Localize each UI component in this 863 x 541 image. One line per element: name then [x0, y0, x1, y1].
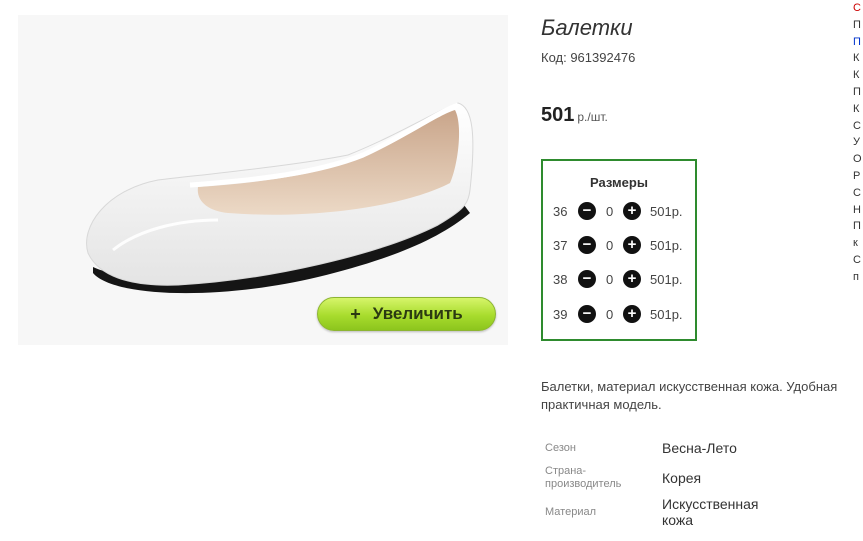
description-line: Балетки, материал искусственная кожа. Уд…	[541, 379, 838, 394]
sidebar-menu: С П П К К П К С У О Р С Н П к С п	[853, 0, 863, 286]
product-price: 501 р./шт.	[541, 104, 608, 127]
size-row: 38 − 0 + 501р.	[553, 270, 693, 290]
size-row: 37 − 0 + 501р.	[553, 236, 693, 256]
sidebar-link[interactable]: Н	[853, 202, 863, 219]
sidebar-link[interactable]: С	[853, 252, 863, 269]
plus-icon[interactable]: +	[623, 270, 641, 288]
sidebar-link[interactable]: П	[853, 17, 863, 34]
description-line: практичная модель.	[541, 397, 662, 412]
minus-icon[interactable]: −	[578, 236, 596, 254]
attr-label-material: Материал	[545, 506, 596, 518]
sidebar-link[interactable]: С	[853, 185, 863, 202]
zoom-label: Увеличить	[372, 304, 463, 323]
plus-icon[interactable]: +	[623, 305, 641, 323]
price-value: 501	[541, 104, 575, 126]
attr-value-season: Весна-Лето	[662, 440, 737, 456]
price-unit: р./шт.	[577, 110, 608, 124]
attr-label-country: Страна- производитель	[545, 465, 622, 490]
size-label: 39	[553, 307, 568, 322]
product-description: Балетки, материал искусственная кожа. Уд…	[541, 378, 863, 414]
product-image[interactable]: + Увеличить	[18, 15, 508, 345]
sidebar-link[interactable]: У	[853, 134, 863, 151]
sidebar-link[interactable]: К	[853, 50, 863, 67]
minus-icon[interactable]: −	[578, 202, 596, 220]
size-row: 36 − 0 + 501р.	[553, 202, 693, 222]
sidebar-link[interactable]: П	[853, 84, 863, 101]
minus-icon[interactable]: −	[578, 305, 596, 323]
sidebar-link[interactable]: С	[853, 0, 863, 17]
sidebar-link[interactable]: К	[853, 101, 863, 118]
sizes-title: Размеры	[590, 175, 648, 190]
sidebar-link[interactable]: П	[853, 218, 863, 235]
plus-icon[interactable]: +	[623, 236, 641, 254]
sidebar-link[interactable]: П	[853, 34, 863, 51]
sidebar-link[interactable]: С	[853, 118, 863, 135]
size-price: 501р.	[650, 204, 683, 219]
zoom-button[interactable]: + Увеличить	[317, 297, 496, 331]
size-price: 501р.	[650, 307, 683, 322]
sidebar-link[interactable]: Р	[853, 168, 863, 185]
size-qty: 0	[606, 307, 614, 322]
size-row: 39 − 0 + 501р.	[553, 305, 693, 325]
attr-label-season: Сезон	[545, 442, 576, 454]
sidebar-link[interactable]: п	[853, 269, 863, 286]
size-price: 501р.	[650, 272, 683, 287]
sidebar-link[interactable]: к	[853, 235, 863, 252]
size-label: 38	[553, 272, 568, 287]
plus-icon: +	[350, 303, 361, 324]
size-label: 36	[553, 204, 568, 219]
attr-value-material: Искусственная кожа	[662, 496, 759, 528]
minus-icon[interactable]: −	[578, 270, 596, 288]
sidebar-link[interactable]: О	[853, 151, 863, 168]
plus-icon[interactable]: +	[623, 202, 641, 220]
product-code: Код: 961392476	[541, 50, 636, 65]
attr-value-country: Корея	[662, 470, 702, 486]
ballet-flat-image	[86, 102, 474, 294]
sizes-box: Размеры 36 − 0 + 501р. 37 − 0 + 501р. 38…	[541, 159, 697, 341]
product-title: Балетки	[541, 15, 633, 40]
size-price: 501р.	[650, 238, 683, 253]
size-label: 37	[553, 238, 568, 253]
size-qty: 0	[606, 204, 614, 219]
sidebar-link[interactable]: К	[853, 67, 863, 84]
size-qty: 0	[606, 272, 614, 287]
size-qty: 0	[606, 238, 614, 253]
